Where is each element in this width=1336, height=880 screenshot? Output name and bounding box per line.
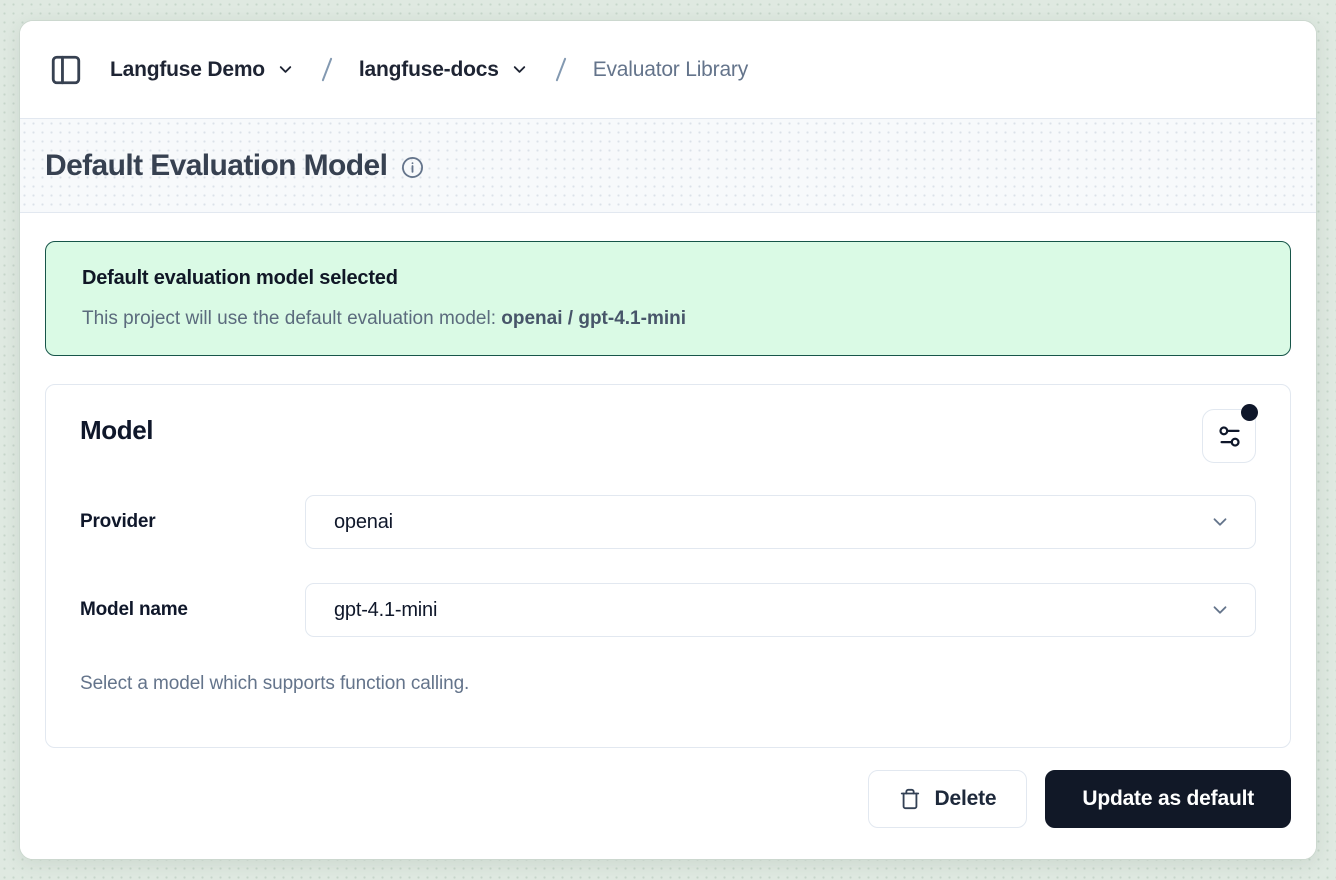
trash-icon: [899, 788, 921, 810]
breadcrumb-separator: [555, 57, 566, 81]
model-card-title: Model: [80, 415, 153, 446]
sidebar-toggle-button[interactable]: [48, 52, 84, 88]
page-title: Default Evaluation Model: [45, 149, 387, 183]
alert-description: This project will use the default evalua…: [82, 308, 1254, 330]
model-helper-text: Select a model which supports function c…: [80, 673, 1256, 695]
info-icon[interactable]: [401, 156, 424, 179]
model-name-select[interactable]: gpt-4.1-mini: [305, 583, 1256, 637]
panel-left-icon: [49, 53, 83, 87]
breadcrumb-org-label: Langfuse Demo: [110, 58, 265, 82]
alert-description-text: This project will use the default evalua…: [82, 308, 501, 329]
main-content: Default evaluation model selected This p…: [20, 213, 1316, 859]
model-card-header: Model: [80, 409, 1256, 463]
provider-select[interactable]: openai: [305, 495, 1256, 549]
page-header: Default Evaluation Model: [20, 118, 1316, 213]
sliders-icon: [1216, 423, 1243, 450]
provider-label: Provider: [80, 511, 305, 533]
chevron-down-icon: [276, 60, 295, 79]
delete-button[interactable]: Delete: [868, 770, 1028, 828]
model-name-row: Model name gpt-4.1-mini: [80, 583, 1256, 637]
chevron-down-icon: [510, 60, 529, 79]
alert-title: Default evaluation model selected: [82, 267, 1254, 290]
provider-select-value: openai: [334, 511, 393, 534]
model-card: Model Provider openai: [45, 384, 1291, 748]
advanced-model-settings-button[interactable]: [1202, 409, 1256, 463]
app-window: Langfuse Demo langfuse-docs Evaluator Li…: [19, 20, 1317, 860]
top-navigation-bar: Langfuse Demo langfuse-docs Evaluator Li…: [20, 21, 1316, 118]
delete-button-label: Delete: [935, 787, 997, 811]
notification-dot: [1241, 404, 1258, 421]
model-name-select-value: gpt-4.1-mini: [334, 599, 437, 622]
default-model-alert: Default evaluation model selected This p…: [45, 241, 1291, 356]
breadcrumb-project-selector[interactable]: langfuse-docs: [359, 58, 529, 82]
update-as-default-button[interactable]: Update as default: [1045, 770, 1291, 828]
breadcrumb-project-label: langfuse-docs: [359, 58, 499, 82]
breadcrumb-separator: [322, 57, 333, 81]
breadcrumb: Langfuse Demo langfuse-docs Evaluator Li…: [110, 57, 748, 82]
provider-row: Provider openai: [80, 495, 1256, 549]
breadcrumb-org-selector[interactable]: Langfuse Demo: [110, 58, 295, 82]
breadcrumb-page-link[interactable]: Evaluator Library: [593, 58, 748, 82]
alert-model-value: openai / gpt-4.1-mini: [501, 308, 686, 329]
model-name-label: Model name: [80, 599, 305, 621]
update-button-label: Update as default: [1082, 787, 1254, 811]
footer-actions: Delete Update as default: [45, 770, 1291, 828]
chevron-down-icon: [1209, 511, 1231, 533]
chevron-down-icon: [1209, 599, 1231, 621]
